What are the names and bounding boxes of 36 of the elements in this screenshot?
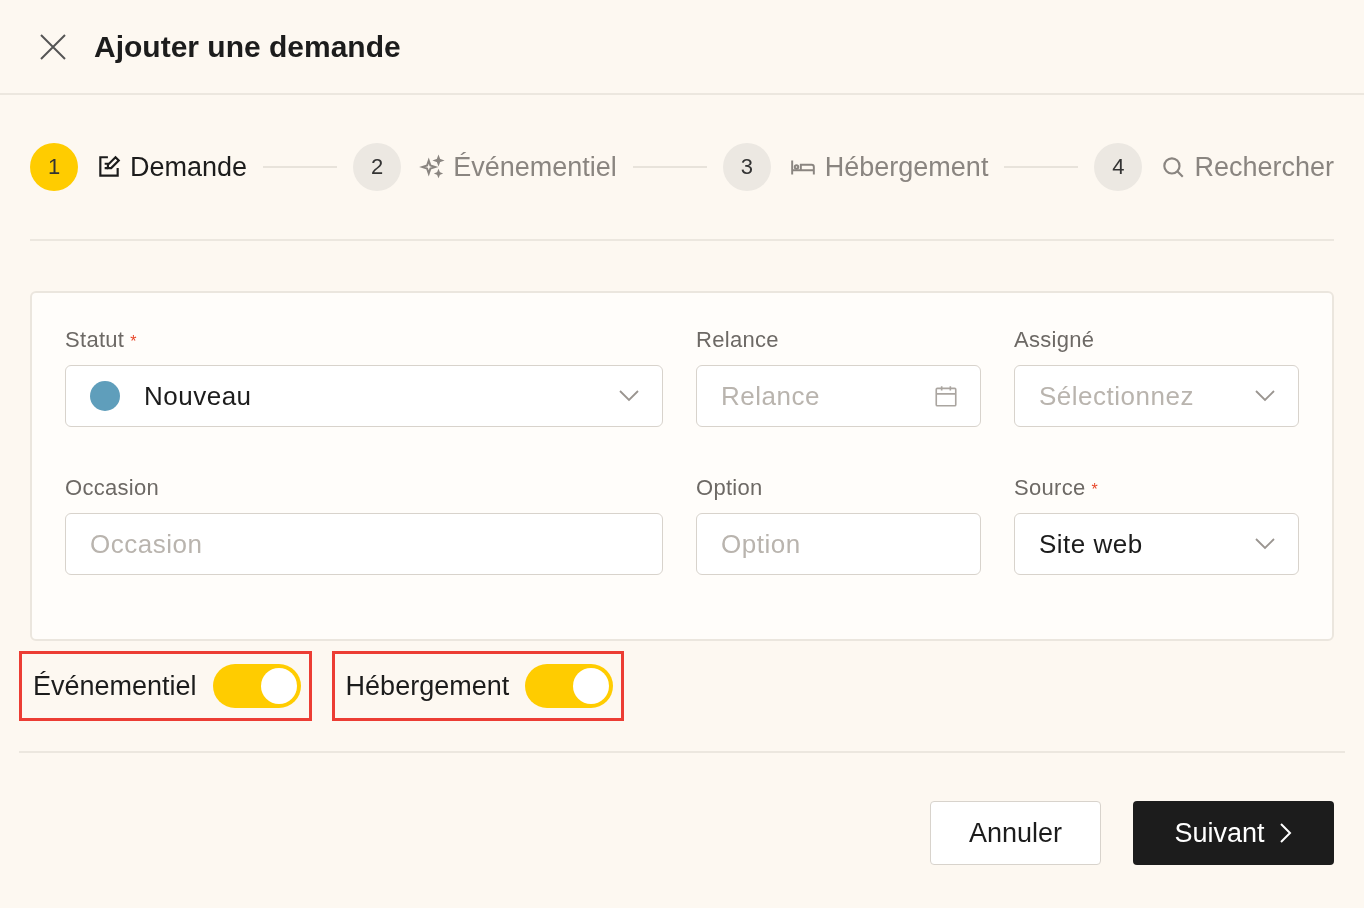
chevron-down-icon <box>618 389 640 403</box>
cancel-button[interactable]: Annuler <box>930 801 1101 865</box>
step-tab[interactable]: 3 Hébergement <box>722 143 989 191</box>
step-tab[interactable]: 1 Demande <box>30 143 248 191</box>
edit-icon <box>96 154 122 180</box>
next-button[interactable]: Suivant <box>1133 801 1334 865</box>
step-tab[interactable]: 4 Rechercher <box>1094 143 1334 191</box>
field-label: Relance <box>696 327 779 353</box>
required-asterisk: * <box>130 333 137 351</box>
date-field[interactable]: Relance <box>696 365 981 427</box>
toggle-switch[interactable] <box>525 664 614 708</box>
field-label: Statut <box>65 327 125 353</box>
field-label: Assigné <box>1014 327 1095 353</box>
step-tab[interactable]: 2 Événementiel <box>353 143 617 191</box>
step-number: 1 <box>30 143 78 191</box>
field-label: Source <box>1014 475 1086 501</box>
input-field[interactable]: Occasion <box>65 513 663 575</box>
field-label: Occasion <box>65 475 160 501</box>
calendar-icon <box>933 383 959 409</box>
field-label: Option <box>696 475 763 501</box>
chevron-down-icon <box>1254 537 1276 551</box>
select-field[interactable]: Site web <box>1014 513 1299 575</box>
close-button[interactable] <box>38 31 68 62</box>
dialog-title: Ajouter une demande <box>94 29 401 64</box>
status-select[interactable]: Nouveau <box>65 365 663 427</box>
chevron-down-icon <box>1254 389 1276 403</box>
step-number: 3 <box>722 143 771 191</box>
toggle-label: Événementiel <box>33 670 197 702</box>
step-number: 2 <box>353 143 402 191</box>
required-asterisk: * <box>1091 481 1098 499</box>
chevron-right-icon <box>1278 822 1293 844</box>
step-number: 4 <box>1094 143 1143 191</box>
input-field[interactable]: Option <box>696 513 981 575</box>
sparkle-icon <box>419 154 446 180</box>
toggle-label: Hébergement <box>345 670 510 702</box>
toggle-switch[interactable] <box>212 664 301 708</box>
